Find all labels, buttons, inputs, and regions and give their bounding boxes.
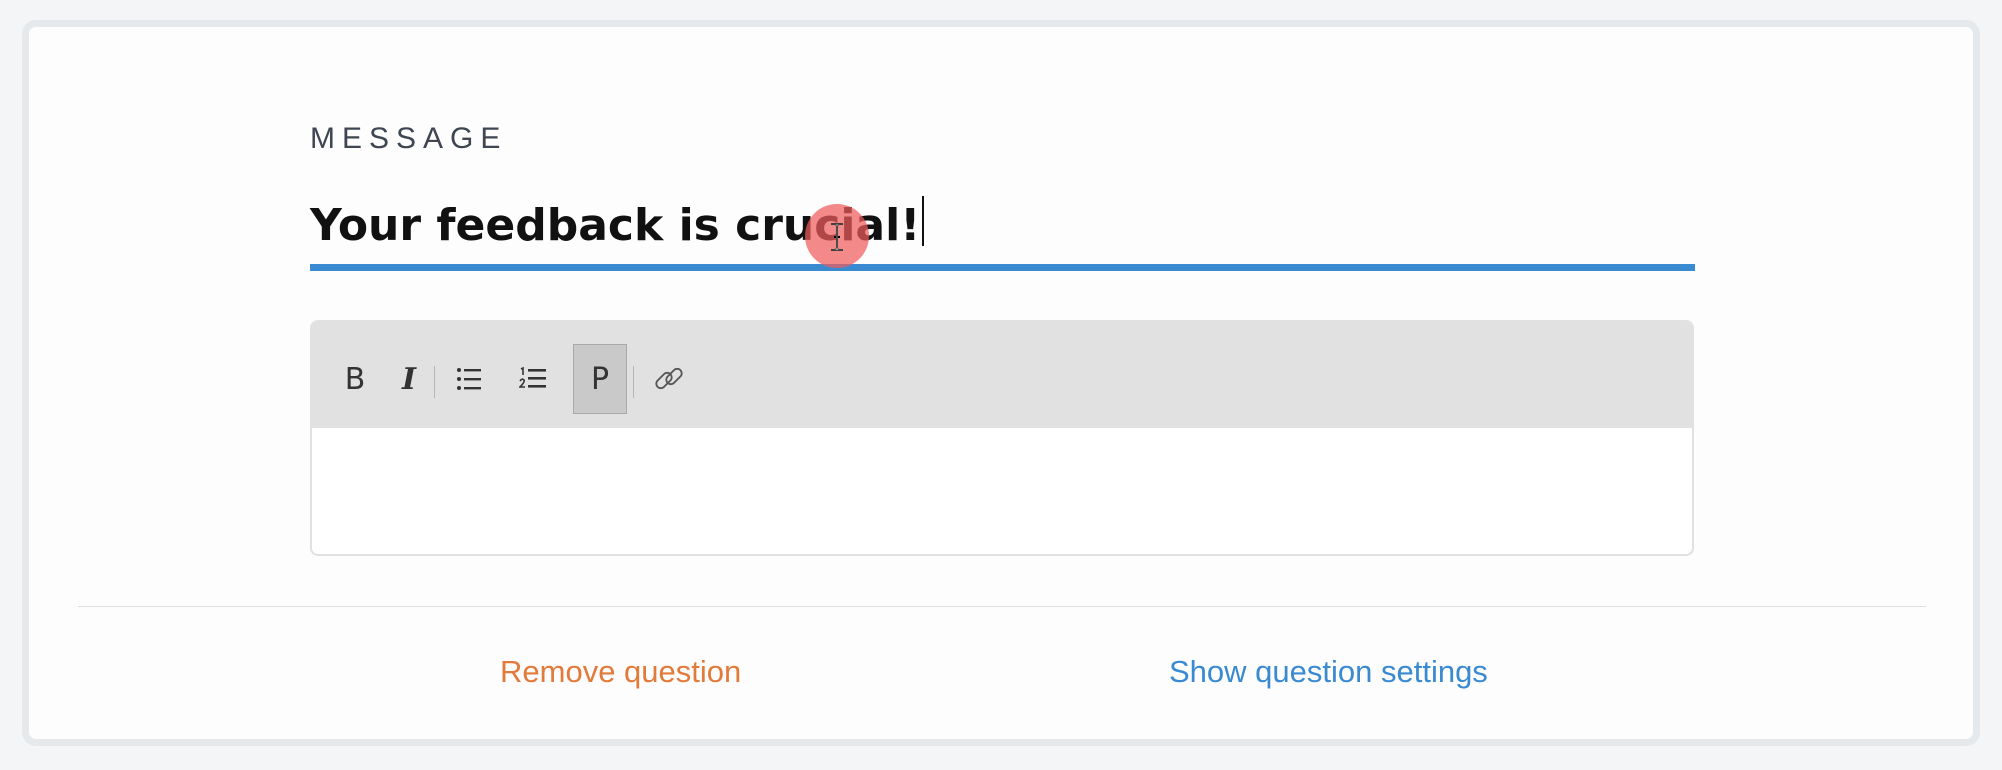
bold-label: B xyxy=(344,361,366,397)
text-cursor-icon xyxy=(831,223,843,251)
italic-label: I xyxy=(401,361,417,397)
footer-divider xyxy=(78,606,1926,607)
toolbar-separator xyxy=(434,366,435,398)
remove-question-link[interactable]: Remove question xyxy=(500,654,741,690)
toolbar-separator xyxy=(633,366,634,398)
numbered-list-icon xyxy=(519,366,546,388)
numbered-list-button[interactable] xyxy=(506,344,560,414)
paragraph-button[interactable]: P xyxy=(573,344,627,414)
question-title-input[interactable]: Your feedback is crucial! xyxy=(310,196,1695,271)
paragraph-label: P xyxy=(590,361,610,397)
bullet-list-icon xyxy=(457,368,481,390)
link-icon xyxy=(655,367,683,390)
editor-toolbar: B I P xyxy=(312,322,1692,428)
section-label: MESSAGE xyxy=(310,122,508,155)
text-caret xyxy=(922,196,925,246)
link-button[interactable] xyxy=(642,344,696,414)
bullet-list-button[interactable] xyxy=(442,344,496,414)
italic-button[interactable]: I xyxy=(382,344,436,414)
rich-text-editor: B I P xyxy=(310,320,1694,556)
show-question-settings-link[interactable]: Show question settings xyxy=(1169,654,1488,690)
bold-button[interactable]: B xyxy=(328,344,382,414)
